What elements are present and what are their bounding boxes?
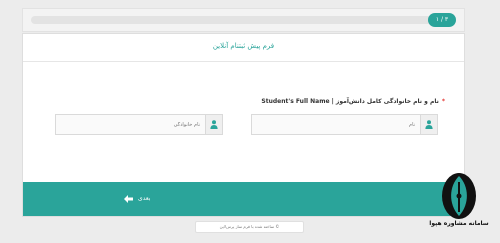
last-name-group — [55, 114, 223, 135]
form-card: فرم پیش ثبتنام آنلاین *نام و نام خانوادگ… — [22, 33, 465, 217]
field-label-text: نام و نام خانوادگی کامل دانش‌آموز | Stud… — [261, 98, 439, 105]
next-button-label: بعدی — [138, 195, 151, 202]
form-title: فرم پیش ثبتنام آنلاین — [212, 42, 275, 50]
last-name-input[interactable] — [56, 115, 206, 134]
footer-badge[interactable]: © ساخته شده با فرم ساز پرس‌لاین — [195, 221, 304, 233]
watermark-logo: سامانه مشاوره هپوا — [428, 172, 490, 238]
user-icon — [210, 120, 218, 129]
progress-bar — [31, 16, 448, 24]
first-name-group — [251, 114, 438, 135]
next-button[interactable]: بعدی — [23, 182, 464, 216]
first-name-input[interactable] — [252, 115, 421, 134]
title-divider — [23, 61, 464, 62]
arrow-icon — [124, 195, 133, 203]
field-label: *نام و نام خانوادگی کامل دانش‌آموز | Stu… — [261, 98, 445, 105]
first-name-icon-box — [420, 115, 437, 134]
pen-nib-logo-icon — [442, 173, 476, 219]
step-indicator: ۱ / ۳ — [428, 13, 456, 27]
watermark-text: سامانه مشاوره هپوا — [429, 220, 489, 227]
required-star: * — [441, 98, 445, 105]
last-name-icon-box — [205, 115, 222, 134]
progress-section: ۱ / ۳ — [22, 8, 465, 32]
user-icon — [425, 120, 433, 129]
